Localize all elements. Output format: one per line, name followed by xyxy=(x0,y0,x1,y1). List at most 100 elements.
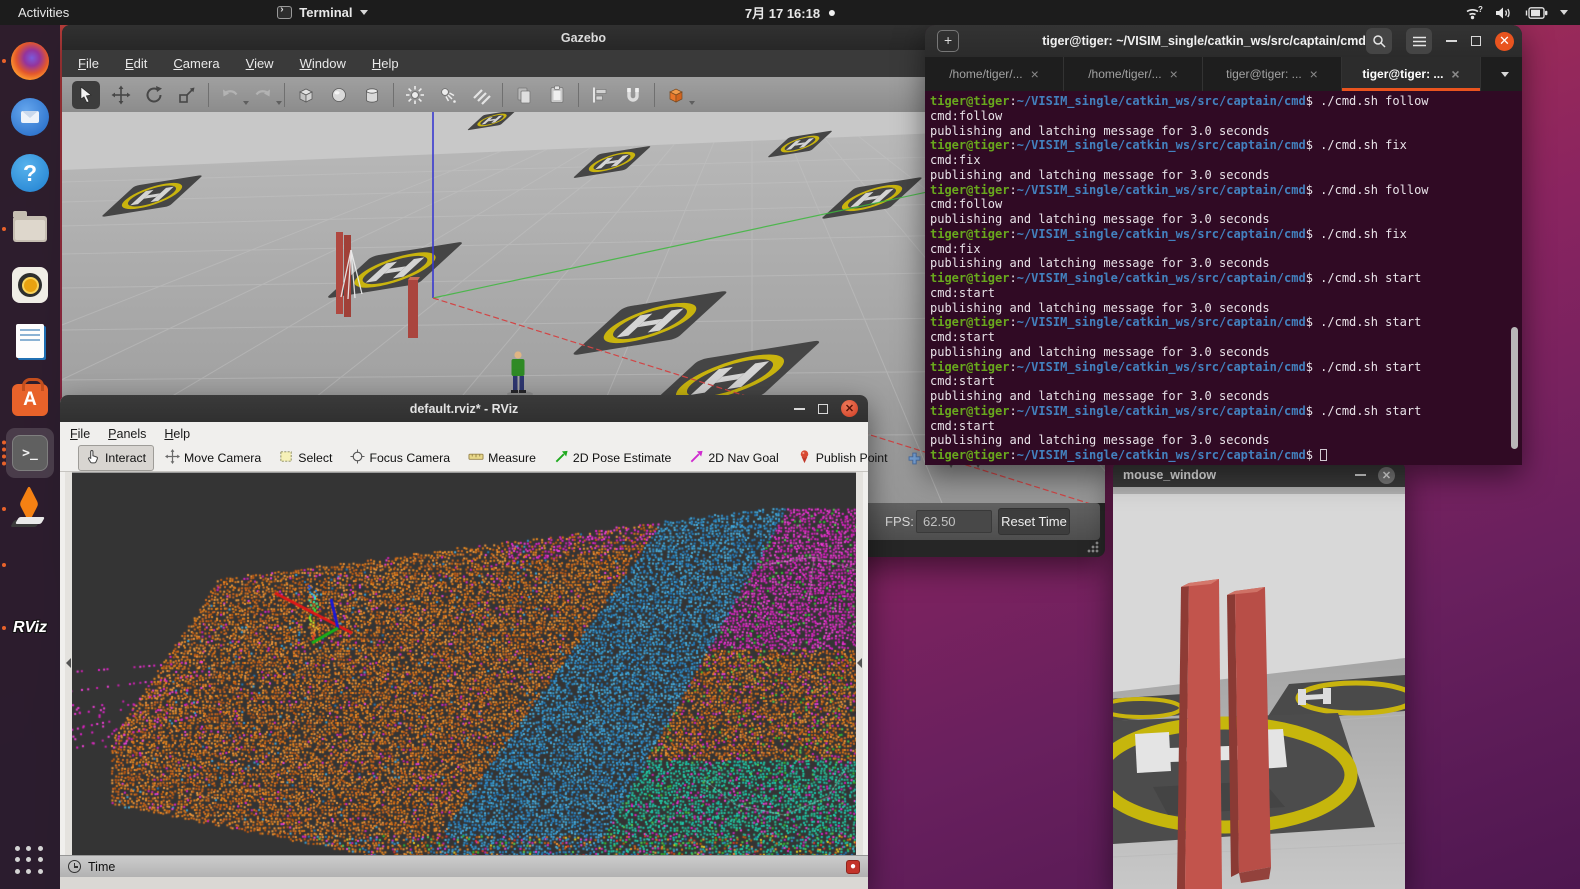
dock-item-rviz[interactable]: RViz xyxy=(0,593,60,663)
plus-icon[interactable] xyxy=(903,449,926,468)
dock-item-hidden-app[interactable] xyxy=(0,537,60,593)
close-icon[interactable]: ✕ xyxy=(1378,467,1395,484)
terminal-tab[interactable]: /home/tiger/...× xyxy=(1064,57,1203,91)
dock-item-ubuntu-software[interactable]: A xyxy=(0,369,60,425)
scale-icon[interactable] xyxy=(175,83,199,107)
running-indicator xyxy=(2,626,6,630)
tool-label: Select xyxy=(298,451,332,465)
minimize-icon[interactable] xyxy=(1446,40,1457,42)
tool-label: Interact xyxy=(105,451,146,465)
time-panel-header[interactable]: Time ● xyxy=(60,855,868,877)
tool-measure[interactable]: Measure xyxy=(461,446,543,470)
time-panel-close-icon[interactable]: ● xyxy=(846,860,860,874)
rhythmbox-icon xyxy=(12,267,48,303)
toolbar-separator xyxy=(502,83,503,107)
fps-value-field: 62.50 xyxy=(916,510,992,533)
tool-2d-pose-estimate[interactable]: 2D Pose Estimate xyxy=(547,446,678,470)
new-tab-icon[interactable] xyxy=(937,30,959,52)
tool-label: Measure xyxy=(488,451,536,465)
dock-item-firefox[interactable] xyxy=(0,33,60,89)
mouse-window-titlebar[interactable]: mouse_window ✕ xyxy=(1113,463,1405,487)
clock[interactable]: 7月 17 16:18 xyxy=(745,3,835,22)
expand-right-panel-icon[interactable] xyxy=(857,658,862,668)
expand-left-panel-icon[interactable] xyxy=(66,658,71,668)
menu-item-file[interactable]: File xyxy=(78,56,99,71)
box-icon[interactable] xyxy=(294,83,318,107)
terminal-window-title: tiger@tiger: ~/VISIM_single/catkin_ws/sr… xyxy=(1042,25,1366,57)
dock-item-gazebo[interactable] xyxy=(0,481,60,537)
maximize-icon[interactable] xyxy=(1471,36,1481,46)
menu-item-edit[interactable]: Edit xyxy=(125,56,147,71)
terminal-scrollbar[interactable] xyxy=(1511,327,1518,449)
rviz-icon: RViz xyxy=(13,619,47,637)
tab-close-icon[interactable]: × xyxy=(1031,66,1039,82)
rviz-titlebar[interactable]: default.rviz* - RViz ✕ xyxy=(60,395,868,422)
close-icon[interactable]: ✕ xyxy=(841,400,858,417)
menu-item-help[interactable]: Help xyxy=(372,56,399,71)
terminal-tab[interactable]: tiger@tiger: ...× xyxy=(1203,57,1342,91)
maximize-icon[interactable] xyxy=(818,404,828,414)
menu-item-view[interactable]: View xyxy=(246,56,274,71)
right-panel-collapsed-splitter[interactable] xyxy=(856,472,863,855)
point-light-icon[interactable] xyxy=(403,83,427,107)
mouse-window-image[interactable] xyxy=(1113,487,1405,889)
close-icon[interactable]: ✕ xyxy=(1495,32,1514,51)
tabs-chevron-down-icon[interactable] xyxy=(1488,57,1522,91)
menu-item-window[interactable]: Window xyxy=(300,56,346,71)
tool-select[interactable]: Select xyxy=(272,446,339,470)
tool-publish-point[interactable]: Publish Point xyxy=(790,446,895,470)
tab-close-icon[interactable]: × xyxy=(1310,66,1318,82)
minimize-icon[interactable] xyxy=(794,408,805,410)
desktop: { "topbar": { "activities_label": "Activ… xyxy=(0,0,1580,889)
dock-item-thunderbird[interactable] xyxy=(0,89,60,145)
dock-item-libreoffice-writer[interactable] xyxy=(0,313,60,369)
tab-close-icon[interactable]: × xyxy=(1170,66,1178,82)
resize-grip-icon[interactable] xyxy=(1087,541,1099,553)
terminal-prompt-line: tiger@tiger:~/VISIM_single/catkin_ws/src… xyxy=(930,271,1522,286)
firefox-icon xyxy=(11,42,49,80)
tool-interact[interactable]: Interact xyxy=(78,445,154,471)
dock-item-rhythmbox[interactable] xyxy=(0,257,60,313)
search-icon[interactable] xyxy=(1366,28,1392,54)
menu-item-file[interactable]: File xyxy=(70,427,90,441)
tool-move-camera[interactable]: Move Camera xyxy=(158,446,268,470)
paste-icon[interactable] xyxy=(545,83,569,107)
tool-2d-nav-goal[interactable]: 2D Nav Goal xyxy=(682,446,785,470)
dock-item-show-applications[interactable] xyxy=(0,833,60,889)
snap-icon[interactable] xyxy=(621,83,645,107)
insert-model-icon[interactable] xyxy=(664,83,688,107)
terminal-tab[interactable]: tiger@tiger: ...× xyxy=(1342,57,1481,91)
dock-item-terminal[interactable]: >_ xyxy=(0,425,60,481)
system-status-area[interactable]: ? xyxy=(1465,5,1580,20)
left-panel-collapsed-splitter[interactable] xyxy=(65,472,72,855)
rviz-3d-viewport[interactable] xyxy=(65,472,863,855)
spot-light-icon[interactable] xyxy=(436,83,460,107)
mouse-window-title: mouse_window xyxy=(1123,468,1216,482)
menu-item-help[interactable]: Help xyxy=(164,427,190,441)
rotate-icon[interactable] xyxy=(142,83,166,107)
tool-focus-camera[interactable]: Focus Camera xyxy=(343,446,457,470)
dock-item-help[interactable]: ? xyxy=(0,145,60,201)
terminal-tab[interactable]: /home/tiger/...× xyxy=(925,57,1064,91)
app-menu[interactable]: Terminal xyxy=(277,5,367,20)
redo-icon[interactable] xyxy=(251,83,275,107)
cylinder-icon[interactable] xyxy=(360,83,384,107)
directional-light-icon[interactable] xyxy=(469,83,493,107)
align-icon[interactable] xyxy=(588,83,612,107)
translate-icon[interactable] xyxy=(109,83,133,107)
tab-close-icon[interactable]: × xyxy=(1451,66,1459,82)
terminal-output[interactable]: tiger@tiger:~/VISIM_single/catkin_ws/src… xyxy=(925,91,1522,465)
cursor-select-icon[interactable] xyxy=(72,81,100,109)
terminal-titlebar[interactable]: tiger@tiger: ~/VISIM_single/catkin_ws/sr… xyxy=(925,25,1522,57)
reset-time-button[interactable]: Reset Time xyxy=(998,508,1070,535)
menu-item-panels[interactable]: Panels xyxy=(108,427,146,441)
copy-icon[interactable] xyxy=(512,83,536,107)
menu-icon[interactable] xyxy=(1406,28,1432,54)
sphere-icon[interactable] xyxy=(327,83,351,107)
menu-item-camera[interactable]: Camera xyxy=(173,56,219,71)
undo-icon[interactable] xyxy=(218,83,242,107)
rviz-pointcloud-canvas[interactable] xyxy=(72,473,861,856)
minimize-icon[interactable] xyxy=(1355,474,1366,476)
dock-item-files[interactable] xyxy=(0,201,60,257)
activities-button[interactable]: Activities xyxy=(0,5,87,20)
